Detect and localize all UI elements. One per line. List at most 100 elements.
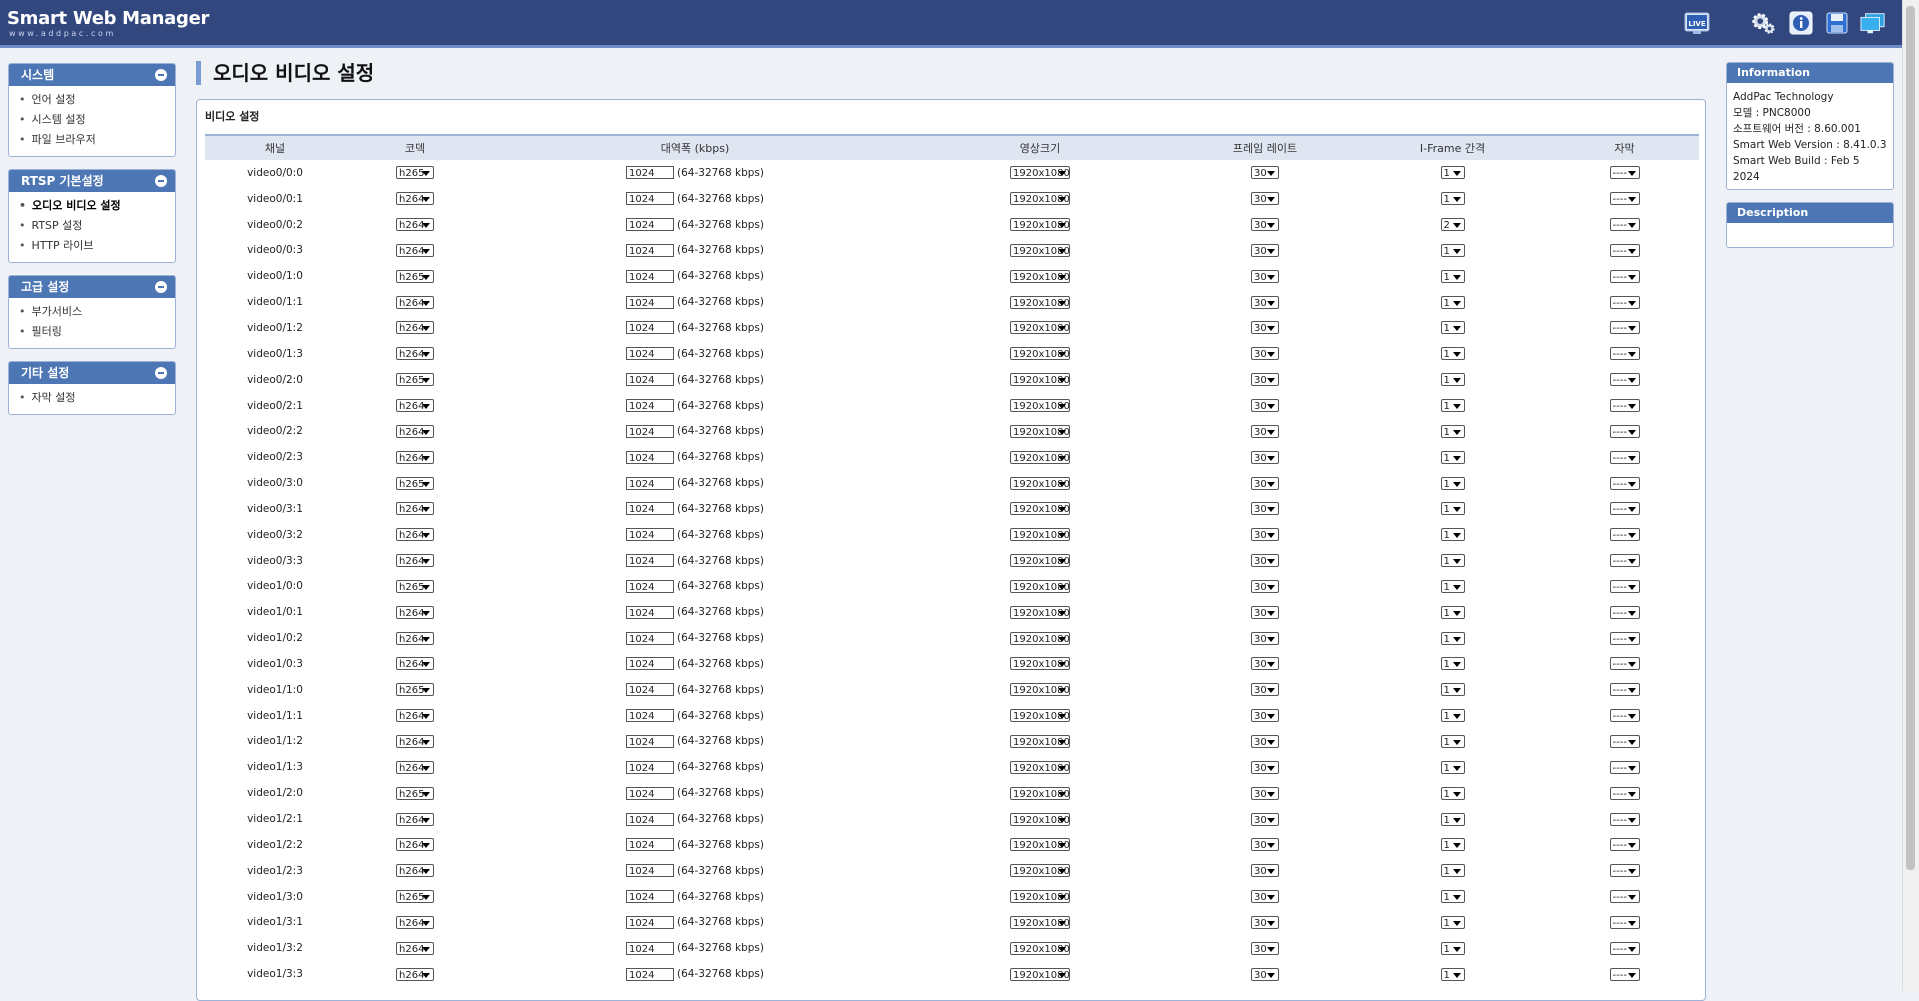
subtitle-select[interactable]: ---- bbox=[1609, 399, 1640, 413]
bandwidth-input[interactable]: 1024 bbox=[626, 734, 675, 748]
bandwidth-input[interactable]: 1024 bbox=[626, 579, 675, 593]
bandwidth-input[interactable]: 1024 bbox=[626, 347, 675, 361]
size-select[interactable]: 1920x1080 bbox=[1010, 657, 1070, 671]
iframe-select[interactable]: 1 bbox=[1440, 166, 1465, 180]
bandwidth-input[interactable]: 1024 bbox=[626, 528, 675, 542]
size-select[interactable]: 1920x1080 bbox=[1010, 347, 1070, 361]
sidebar-section-header[interactable]: 기타 설정 bbox=[9, 362, 175, 384]
sidebar-item[interactable]: 파일 브라우저 bbox=[19, 130, 175, 150]
codec-select[interactable]: h264 bbox=[396, 295, 434, 309]
iframe-select[interactable]: 1 bbox=[1440, 579, 1465, 593]
codec-select[interactable]: h265 bbox=[396, 269, 434, 283]
iframe-select[interactable]: 1 bbox=[1440, 243, 1465, 257]
subtitle-select[interactable]: ---- bbox=[1609, 424, 1640, 438]
size-select[interactable]: 1920x1080 bbox=[1010, 373, 1070, 387]
subtitle-select[interactable]: ---- bbox=[1609, 760, 1640, 774]
collapse-icon[interactable] bbox=[155, 69, 167, 81]
iframe-select[interactable]: 1 bbox=[1440, 424, 1465, 438]
bandwidth-input[interactable]: 1024 bbox=[626, 450, 675, 464]
size-select[interactable]: 1920x1080 bbox=[1010, 502, 1070, 516]
subtitle-select[interactable]: ---- bbox=[1609, 243, 1640, 257]
codec-select[interactable]: h264 bbox=[396, 528, 434, 542]
iframe-select[interactable]: 1 bbox=[1440, 890, 1465, 904]
size-select[interactable]: 1920x1080 bbox=[1010, 605, 1070, 619]
bandwidth-input[interactable]: 1024 bbox=[626, 321, 675, 335]
size-select[interactable]: 1920x1080 bbox=[1010, 321, 1070, 335]
size-select[interactable]: 1920x1080 bbox=[1010, 450, 1070, 464]
subtitle-select[interactable]: ---- bbox=[1609, 838, 1640, 852]
codec-select[interactable]: h264 bbox=[396, 967, 434, 981]
fps-select[interactable]: 30 bbox=[1251, 424, 1279, 438]
iframe-select[interactable]: 1 bbox=[1440, 941, 1465, 955]
codec-select[interactable]: h264 bbox=[396, 915, 434, 929]
size-select[interactable]: 1920x1080 bbox=[1010, 554, 1070, 568]
subtitle-select[interactable]: ---- bbox=[1609, 476, 1640, 490]
sidebar-item[interactable]: 오디오 비디오 설정 bbox=[19, 196, 175, 216]
iframe-select[interactable]: 1 bbox=[1440, 657, 1465, 671]
iframe-select[interactable]: 1 bbox=[1440, 295, 1465, 309]
fps-select[interactable]: 30 bbox=[1251, 218, 1279, 232]
size-select[interactable]: 1920x1080 bbox=[1010, 838, 1070, 852]
codec-select[interactable]: h264 bbox=[396, 941, 434, 955]
codec-select[interactable]: h265 bbox=[396, 786, 434, 800]
sidebar-section-header[interactable]: 고급 설정 bbox=[9, 276, 175, 298]
subtitle-select[interactable]: ---- bbox=[1609, 295, 1640, 309]
size-select[interactable]: 1920x1080 bbox=[1010, 915, 1070, 929]
subtitle-select[interactable]: ---- bbox=[1609, 269, 1640, 283]
codec-select[interactable]: h264 bbox=[396, 192, 434, 206]
fps-select[interactable]: 30 bbox=[1251, 838, 1279, 852]
iframe-select[interactable]: 1 bbox=[1440, 915, 1465, 929]
fps-select[interactable]: 30 bbox=[1251, 528, 1279, 542]
fps-select[interactable]: 30 bbox=[1251, 915, 1279, 929]
iframe-select[interactable]: 1 bbox=[1440, 967, 1465, 981]
subtitle-select[interactable]: ---- bbox=[1609, 709, 1640, 723]
bandwidth-input[interactable]: 1024 bbox=[626, 166, 675, 180]
sidebar-item[interactable]: 필터링 bbox=[19, 322, 175, 342]
codec-select[interactable]: h265 bbox=[396, 683, 434, 697]
info-icon[interactable] bbox=[1788, 10, 1814, 36]
bandwidth-input[interactable]: 1024 bbox=[626, 399, 675, 413]
bandwidth-input[interactable]: 1024 bbox=[626, 502, 675, 516]
size-select[interactable]: 1920x1080 bbox=[1010, 579, 1070, 593]
fps-select[interactable]: 30 bbox=[1251, 967, 1279, 981]
codec-select[interactable]: h265 bbox=[396, 373, 434, 387]
fps-select[interactable]: 30 bbox=[1251, 450, 1279, 464]
bandwidth-input[interactable]: 1024 bbox=[626, 269, 675, 283]
iframe-select[interactable]: 1 bbox=[1440, 786, 1465, 800]
subtitle-select[interactable]: ---- bbox=[1609, 528, 1640, 542]
subtitle-select[interactable]: ---- bbox=[1609, 192, 1640, 206]
size-select[interactable]: 1920x1080 bbox=[1010, 864, 1070, 878]
collapse-icon[interactable] bbox=[155, 367, 167, 379]
codec-select[interactable]: h264 bbox=[396, 838, 434, 852]
bandwidth-input[interactable]: 1024 bbox=[626, 709, 675, 723]
codec-select[interactable]: h264 bbox=[396, 321, 434, 335]
bandwidth-input[interactable]: 1024 bbox=[626, 476, 675, 490]
size-select[interactable]: 1920x1080 bbox=[1010, 269, 1070, 283]
size-select[interactable]: 1920x1080 bbox=[1010, 812, 1070, 826]
subtitle-select[interactable]: ---- bbox=[1609, 605, 1640, 619]
bandwidth-input[interactable]: 1024 bbox=[626, 890, 675, 904]
size-select[interactable]: 1920x1080 bbox=[1010, 709, 1070, 723]
subtitle-select[interactable]: ---- bbox=[1609, 554, 1640, 568]
collapse-icon[interactable] bbox=[155, 175, 167, 187]
fps-select[interactable]: 30 bbox=[1251, 347, 1279, 361]
live-icon[interactable]: LIVE bbox=[1684, 10, 1710, 36]
size-select[interactable]: 1920x1080 bbox=[1010, 218, 1070, 232]
fps-select[interactable]: 30 bbox=[1251, 269, 1279, 283]
size-select[interactable]: 1920x1080 bbox=[1010, 760, 1070, 774]
bandwidth-input[interactable]: 1024 bbox=[626, 554, 675, 568]
fps-select[interactable]: 30 bbox=[1251, 321, 1279, 335]
size-select[interactable]: 1920x1080 bbox=[1010, 528, 1070, 542]
fps-select[interactable]: 30 bbox=[1251, 812, 1279, 826]
fps-select[interactable]: 30 bbox=[1251, 373, 1279, 387]
sidebar-item[interactable]: HTTP 라이브 bbox=[19, 236, 175, 256]
size-select[interactable]: 1920x1080 bbox=[1010, 890, 1070, 904]
codec-select[interactable]: h265 bbox=[396, 579, 434, 593]
subtitle-select[interactable]: ---- bbox=[1609, 166, 1640, 180]
sidebar-section-header[interactable]: RTSP 기본설정 bbox=[9, 170, 175, 192]
bandwidth-input[interactable]: 1024 bbox=[626, 243, 675, 257]
fps-select[interactable]: 30 bbox=[1251, 476, 1279, 490]
size-select[interactable]: 1920x1080 bbox=[1010, 734, 1070, 748]
iframe-select[interactable]: 1 bbox=[1440, 269, 1465, 283]
iframe-select[interactable]: 1 bbox=[1440, 605, 1465, 619]
